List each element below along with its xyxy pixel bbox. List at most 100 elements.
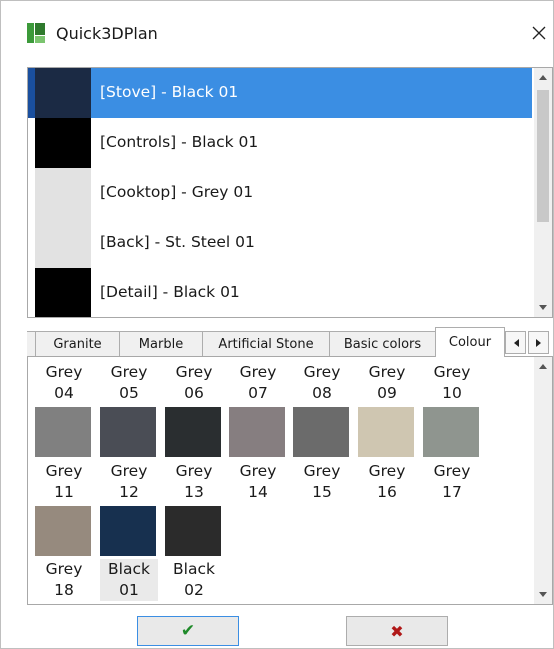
- scroll-thumb[interactable]: [537, 90, 549, 222]
- colour-item-grey-09[interactable]: Grey 09: [358, 362, 416, 404]
- material-row-stove[interactable]: [Stove] - Black 01: [28, 68, 532, 118]
- material-label: [Stove] - Black 01: [100, 83, 239, 101]
- tab-colour[interactable]: Colour: [435, 327, 505, 357]
- colour-swatch-grey-13[interactable]: [165, 407, 221, 457]
- tab-scroll-right-button[interactable]: [528, 331, 549, 354]
- colour-name: Grey: [45, 560, 83, 578]
- material-row-detail[interactable]: [Detail] - Black 01: [28, 268, 532, 317]
- title-bar: Quick3DPlan: [1, 1, 553, 49]
- colour-item-grey-17[interactable]: Grey 17: [423, 461, 481, 503]
- colour-swatch-grey-18[interactable]: [35, 506, 91, 556]
- colour-number: 15: [312, 483, 332, 501]
- colour-palette: Grey 04 Grey 05 Grey 06 Grey 07 Grey 08 Grey 0…: [27, 356, 553, 605]
- colour-number: 09: [377, 384, 397, 402]
- colour-name: Grey: [239, 363, 277, 381]
- tab-marble[interactable]: Marble: [119, 331, 203, 356]
- colour-item-grey-05[interactable]: Grey 05: [100, 362, 158, 404]
- material-row-controls[interactable]: [Controls] - Black 01: [28, 118, 532, 168]
- colour-name: Grey: [45, 462, 83, 480]
- colour-name: Grey: [110, 462, 148, 480]
- material-list-scrollbar[interactable]: [534, 68, 552, 317]
- material-label: [Cooktop] - Grey 01: [100, 183, 254, 201]
- arrow-up-icon: [539, 75, 547, 80]
- colour-number: 17: [442, 483, 462, 501]
- colour-number: 08: [312, 384, 332, 402]
- colour-swatch-grey-14[interactable]: [229, 407, 285, 457]
- material-swatch: [35, 68, 91, 118]
- material-label: [Controls] - Black 01: [100, 133, 259, 151]
- close-button[interactable]: [525, 17, 553, 49]
- close-icon: [532, 26, 546, 40]
- material-row-back[interactable]: [Back] - St. Steel 01: [28, 218, 532, 268]
- colour-number: 13: [184, 483, 204, 501]
- material-swatch: [35, 218, 91, 268]
- scroll-up-button[interactable]: [534, 68, 552, 86]
- scroll-down-button[interactable]: [534, 299, 552, 317]
- colour-item-black-02[interactable]: Black 02: [165, 559, 223, 601]
- colour-swatch-grey-11[interactable]: [35, 407, 91, 457]
- app-logo-icon: [27, 23, 45, 43]
- material-category-tabs: Granite Marble Artificial Stone Basic co…: [27, 327, 553, 357]
- colour-name: Grey: [368, 462, 406, 480]
- colour-name: Grey: [110, 363, 148, 381]
- material-row-cooktop[interactable]: [Cooktop] - Grey 01: [28, 168, 532, 218]
- colour-number: 01: [119, 581, 139, 599]
- colour-number: 18: [54, 581, 74, 599]
- cancel-button[interactable]: ✖: [346, 616, 448, 646]
- colour-item-grey-10[interactable]: Grey 10: [423, 362, 481, 404]
- scroll-up-button[interactable]: [534, 357, 552, 375]
- arrow-down-icon: [539, 305, 547, 310]
- tab-scroll-arrows: [505, 331, 551, 354]
- dialog-window: Quick3DPlan [Stove] - Black 01 [Controls…: [0, 0, 554, 649]
- colour-name: Grey: [303, 462, 341, 480]
- scroll-track[interactable]: [537, 377, 549, 592]
- colour-item-grey-15[interactable]: Grey 15: [293, 461, 351, 503]
- colour-number: 12: [119, 483, 139, 501]
- colour-name: Black: [173, 560, 215, 578]
- colour-item-grey-12[interactable]: Grey 12: [100, 461, 158, 503]
- colour-item-grey-08[interactable]: Grey 08: [293, 362, 351, 404]
- arrow-left-icon: [513, 338, 519, 347]
- colour-number: 04: [54, 384, 74, 402]
- scroll-down-button[interactable]: [534, 586, 552, 604]
- colour-item-grey-16[interactable]: Grey 16: [358, 461, 416, 503]
- tab-granite[interactable]: Granite: [35, 331, 120, 356]
- colour-number: 10: [442, 384, 462, 402]
- colour-item-grey-06[interactable]: Grey 06: [165, 362, 223, 404]
- colour-palette-scrollbar[interactable]: [534, 357, 552, 604]
- colour-number: 02: [184, 581, 204, 599]
- colour-name: Grey: [175, 462, 213, 480]
- material-label: [Back] - St. Steel 01: [100, 233, 255, 251]
- ok-button[interactable]: ✔: [137, 616, 239, 646]
- window-title: Quick3DPlan: [56, 24, 158, 43]
- cross-icon: ✖: [390, 621, 404, 641]
- colour-swatch-grey-15[interactable]: [293, 407, 349, 457]
- colour-number: 07: [248, 384, 268, 402]
- colour-swatch-grey-12[interactable]: [100, 407, 156, 457]
- colour-swatch-black-01[interactable]: [100, 506, 156, 556]
- colour-item-grey-11[interactable]: Grey 11: [35, 461, 93, 503]
- material-swatch: [35, 268, 91, 317]
- colour-item-grey-18[interactable]: Grey 18: [35, 559, 93, 601]
- tab-artificial-stone[interactable]: Artificial Stone: [202, 331, 330, 356]
- material-swatch: [35, 168, 91, 218]
- colour-swatch-grey-17[interactable]: [423, 407, 479, 457]
- colour-item-grey-14[interactable]: Grey 14: [229, 461, 287, 503]
- tab-basic-colors[interactable]: Basic colors: [329, 331, 436, 356]
- tab-scroll-left-button[interactable]: [505, 331, 526, 354]
- arrow-right-icon: [535, 338, 541, 347]
- colour-item-grey-13[interactable]: Grey 13: [165, 461, 223, 503]
- colour-swatch-grey-16[interactable]: [358, 407, 414, 457]
- material-label: [Detail] - Black 01: [100, 283, 240, 301]
- selection-marker: [28, 68, 35, 118]
- colour-item-black-01[interactable]: Black 01: [100, 559, 158, 601]
- colour-item-grey-04[interactable]: Grey 04: [35, 362, 93, 404]
- colour-name: Grey: [239, 462, 277, 480]
- material-list: [Stove] - Black 01 [Controls] - Black 01…: [27, 67, 553, 318]
- colour-item-grey-07[interactable]: Grey 07: [229, 362, 287, 404]
- colour-number: 11: [54, 483, 74, 501]
- colour-swatch-black-02[interactable]: [165, 506, 221, 556]
- colour-name: Black: [108, 560, 150, 578]
- colour-number: 05: [119, 384, 139, 402]
- material-swatch: [35, 118, 91, 168]
